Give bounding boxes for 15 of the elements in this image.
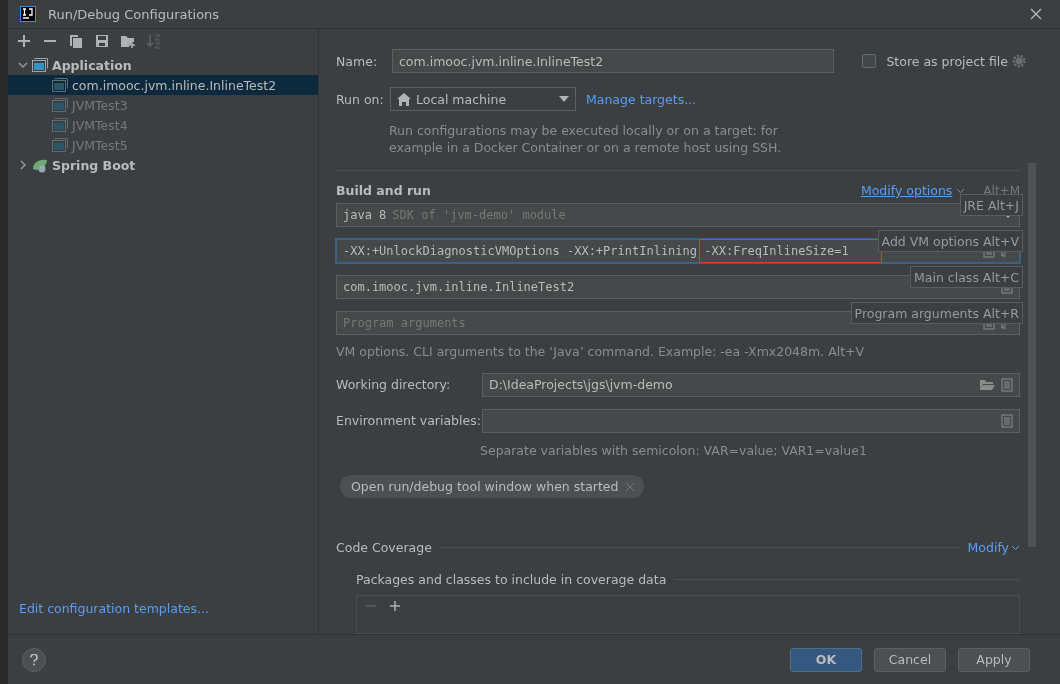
section-title: Code Coverage bbox=[336, 540, 432, 556]
shortcut-tooltip: JRE Alt+J bbox=[959, 194, 1023, 216]
shortcut-tooltip: Program arguments Alt+R bbox=[850, 302, 1023, 324]
name-label: Name: bbox=[336, 53, 379, 69]
store-label: Store as project file bbox=[886, 53, 1008, 69]
working-directory-label: Working directory: bbox=[336, 377, 452, 393]
vm-options-hint: VM options. CLI arguments to the ‘Java’ command. Example: -ea -Xmx2048m. Alt+V bbox=[336, 342, 866, 360]
environment-hint: Separate variables with semicolon: VAR=value; VAR1=value1 bbox=[480, 441, 868, 459]
packages-label: Packages and classes to include in coverage data bbox=[356, 572, 667, 588]
shortcut-tooltip: Add VM options Alt+V bbox=[877, 230, 1023, 252]
section-title: Build and run bbox=[336, 183, 431, 199]
window-title: Run/Debug Configurations bbox=[48, 6, 220, 22]
run-on-hint: Run configurations may be executed locally or on a target: for example in a Docker Container or on a remote host using SSH. bbox=[389, 122, 783, 156]
shortcut-tooltip: Main class Alt+C bbox=[910, 266, 1023, 288]
environment-variables-label: Environment variables: bbox=[336, 413, 482, 429]
